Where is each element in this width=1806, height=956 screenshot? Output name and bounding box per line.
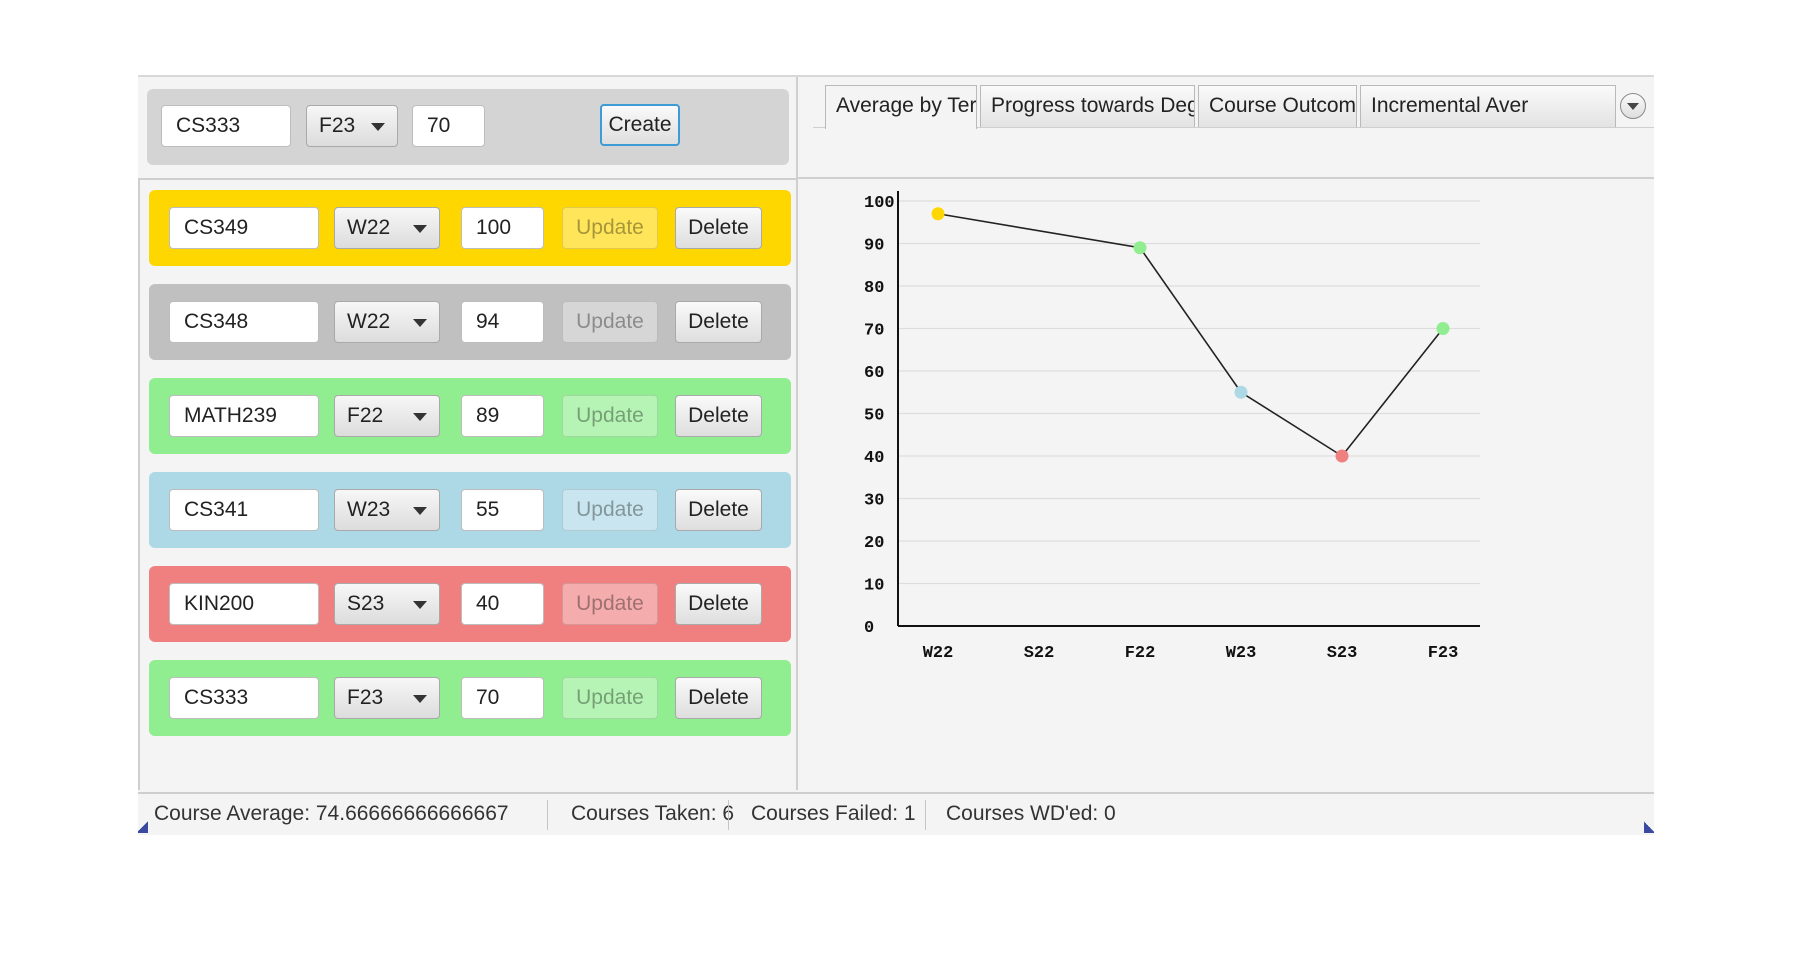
term-dropdown[interactable]: F22 bbox=[334, 395, 440, 437]
tab-course-outcomes[interactable]: Course Outcomes bbox=[1198, 85, 1357, 127]
grade-input[interactable]: 70 bbox=[461, 677, 544, 719]
tab-bar: Average by Term Progress towards Degree … bbox=[798, 77, 1654, 179]
course-row: KIN200 S23 40 Update Delete bbox=[149, 566, 791, 642]
x-tick-label: F22 bbox=[1125, 644, 1156, 663]
courses-wd-label: Courses WD'ed: 0 bbox=[946, 802, 1116, 825]
delete-button[interactable]: Delete bbox=[675, 489, 762, 531]
status-separator bbox=[925, 800, 926, 830]
y-tick-label: 80 bbox=[864, 279, 884, 298]
term-dropdown[interactable]: F23 bbox=[334, 677, 440, 719]
tab-incremental-average[interactable]: Incremental Aver bbox=[1360, 85, 1616, 127]
course-row: CS333 F23 70 Update Delete bbox=[149, 660, 791, 736]
delete-button[interactable]: Delete bbox=[675, 583, 762, 625]
y-tick-label: 90 bbox=[864, 237, 884, 256]
grade-input[interactable]: 70 bbox=[412, 105, 485, 147]
term-dropdown-value: F23 bbox=[347, 686, 384, 709]
app-window: CS333 F23 70 Create CS349 W22 100 Update Del… bbox=[138, 75, 1654, 835]
course-average-label: Course Average: 74.66666666666667 bbox=[154, 802, 509, 825]
x-tick-label: W22 bbox=[923, 644, 954, 663]
grade-input[interactable]: 94 bbox=[461, 301, 544, 343]
courses-taken-label: Courses Taken: 6 bbox=[571, 802, 735, 825]
chevron-down-icon bbox=[413, 319, 427, 327]
course-row: MATH239 F22 89 Update Delete bbox=[149, 378, 791, 454]
term-dropdown[interactable]: W23 bbox=[334, 489, 440, 531]
course-code-input[interactable]: CS348 bbox=[169, 301, 319, 343]
status-bar: Course Average: 74.66666666666667 Course… bbox=[138, 792, 1654, 837]
course-row: CS348 W22 94 Update Delete bbox=[149, 284, 791, 360]
course-row: CS341 W23 55 Update Delete bbox=[149, 472, 791, 548]
tab-progress-towards-degree[interactable]: Progress towards Degree bbox=[980, 85, 1195, 127]
grade-input[interactable]: 55 bbox=[461, 489, 544, 531]
grade-input[interactable]: 40 bbox=[461, 583, 544, 625]
course-editor-panel: CS333 F23 70 Create CS349 W22 100 Update Del… bbox=[138, 77, 798, 790]
window-corner bbox=[138, 820, 148, 833]
x-tick-label: S23 bbox=[1327, 644, 1358, 663]
course-list: CS349 W22 100 Update Delete CS348 W22 94 Update D… bbox=[138, 180, 796, 790]
chevron-down-icon bbox=[371, 123, 385, 131]
x-tick-label: W23 bbox=[1226, 644, 1257, 663]
term-dropdown-value: W22 bbox=[347, 216, 391, 239]
update-button[interactable]: Update bbox=[562, 301, 658, 343]
course-code-input[interactable]: CS349 bbox=[169, 207, 319, 249]
update-button[interactable]: Update bbox=[562, 677, 658, 719]
window-corner bbox=[1644, 820, 1654, 833]
delete-button[interactable]: Delete bbox=[675, 301, 762, 343]
y-tick-label: 100 bbox=[864, 194, 895, 213]
y-tick-label: 50 bbox=[864, 407, 884, 426]
data-point bbox=[1234, 385, 1248, 399]
course-code-input[interactable]: CS333 bbox=[169, 677, 319, 719]
term-dropdown[interactable]: S23 bbox=[334, 583, 440, 625]
series-line bbox=[937, 212, 1444, 458]
y-tick-label: 10 bbox=[864, 577, 884, 596]
update-button[interactable]: Update bbox=[562, 583, 658, 625]
grade-input[interactable]: 100 bbox=[461, 207, 544, 249]
average-by-term-chart: 0 10 20 30 40 50 60 70 80 90 100 W22 S22 F22 W23 S23 F23 bbox=[864, 191, 1480, 663]
data-point bbox=[1436, 322, 1450, 335]
create-course-row: CS333 F23 70 Create bbox=[147, 89, 789, 165]
term-dropdown[interactable]: W22 bbox=[334, 207, 440, 249]
status-separator bbox=[728, 800, 729, 830]
update-button[interactable]: Update bbox=[562, 207, 658, 249]
term-dropdown[interactable]: F23 bbox=[306, 105, 398, 147]
update-button[interactable]: Update bbox=[562, 395, 658, 437]
term-dropdown-value: F23 bbox=[319, 114, 356, 137]
course-row: CS349 W22 100 Update Delete bbox=[149, 190, 791, 266]
chevron-down-icon bbox=[413, 695, 427, 703]
tab-overflow-menu-icon[interactable] bbox=[1620, 93, 1646, 119]
chevron-down-icon bbox=[413, 225, 427, 233]
course-code-input[interactable]: MATH239 bbox=[169, 395, 319, 437]
term-dropdown-value: W23 bbox=[347, 498, 391, 521]
data-point bbox=[1133, 241, 1147, 255]
x-tick-label: F23 bbox=[1428, 644, 1459, 663]
grade-input[interactable]: 89 bbox=[461, 395, 544, 437]
x-tick-label: S22 bbox=[1024, 644, 1055, 663]
term-dropdown-value: F22 bbox=[347, 404, 384, 427]
y-tick-label: 0 bbox=[864, 619, 874, 638]
y-tick-label: 20 bbox=[864, 534, 884, 553]
course-code-input[interactable]: CS341 bbox=[169, 489, 319, 531]
delete-button[interactable]: Delete bbox=[675, 207, 762, 249]
data-point bbox=[931, 207, 945, 221]
delete-button[interactable]: Delete bbox=[675, 677, 762, 719]
course-code-input[interactable]: KIN200 bbox=[169, 583, 319, 625]
term-dropdown-value: W22 bbox=[347, 310, 391, 333]
y-tick-label: 40 bbox=[864, 449, 884, 468]
term-dropdown-value: S23 bbox=[347, 592, 385, 615]
y-tick-label: 70 bbox=[864, 322, 884, 341]
data-point bbox=[1335, 449, 1349, 463]
update-button[interactable]: Update bbox=[562, 489, 658, 531]
term-dropdown[interactable]: W22 bbox=[334, 301, 440, 343]
chevron-down-icon bbox=[413, 601, 427, 609]
chart-panel: Average by Term Progress towards Degree … bbox=[798, 77, 1654, 790]
y-tick-label: 60 bbox=[864, 364, 884, 383]
chevron-down-icon bbox=[413, 413, 427, 421]
status-separator bbox=[547, 800, 548, 830]
y-tick-label: 30 bbox=[864, 492, 884, 511]
create-button[interactable]: Create bbox=[600, 104, 680, 146]
delete-button[interactable]: Delete bbox=[675, 395, 762, 437]
chevron-down-icon bbox=[413, 507, 427, 515]
tab-average-by-term[interactable]: Average by Term bbox=[825, 85, 977, 129]
course-code-input[interactable]: CS333 bbox=[161, 105, 291, 147]
courses-failed-label: Courses Failed: 1 bbox=[751, 802, 916, 825]
